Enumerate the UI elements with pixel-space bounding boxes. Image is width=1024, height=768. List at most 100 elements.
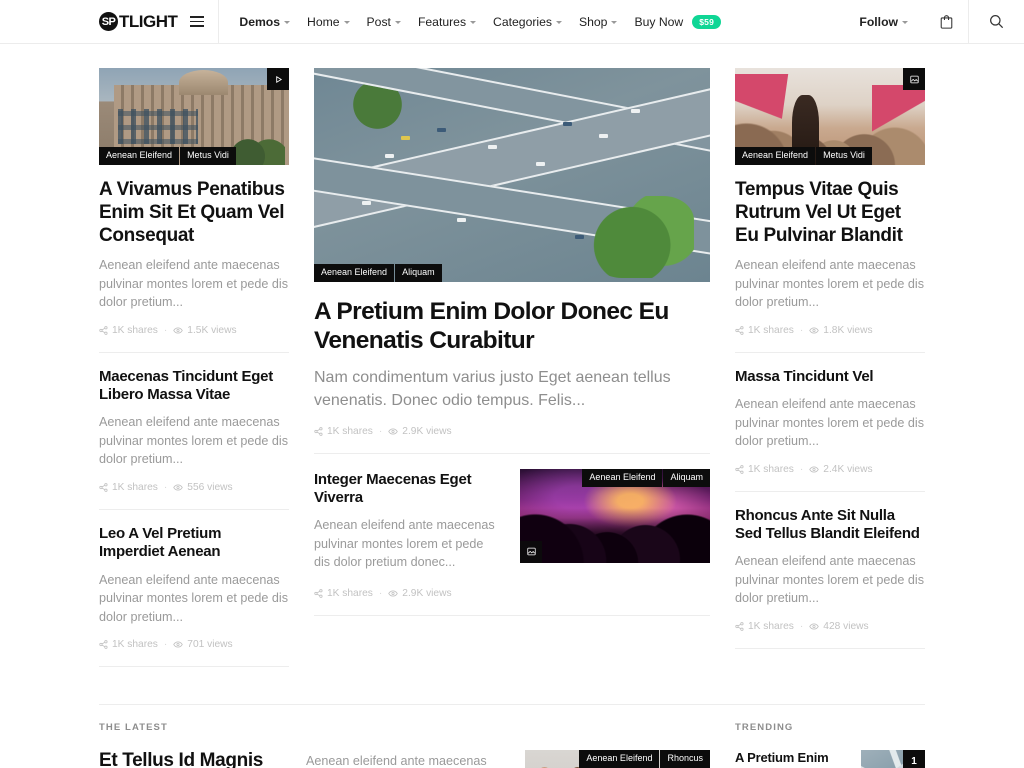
eye-icon [809,623,820,630]
article-thumbnail[interactable]: Aenean Eleifend Metus Vidi [99,68,289,165]
chevron-down-icon [343,20,350,24]
article-thumbnail[interactable]: 1 [861,750,925,768]
category-badge[interactable]: Aliquam [395,264,442,282]
chevron-down-icon [611,20,618,24]
nav-item-post[interactable]: Post [367,15,401,29]
nav-item-home[interactable]: Home [307,15,350,29]
divider [99,666,289,668]
hamburger-icon[interactable] [190,16,205,27]
category-badge[interactable]: Aenean Eleifend [99,147,180,165]
divider [314,452,710,454]
category-badge[interactable]: Aenean Eleifend [579,750,660,768]
hero-article[interactable]: Aenean Eleifend Aliquam A Pretium Enim D… [314,68,710,437]
meta-separator: · [163,639,168,651]
views-stat: 428 views [809,621,869,632]
article-title[interactable]: Leo A Vel Pretium Imperdiet Aenean [99,525,289,562]
category-badge[interactable]: Aenean Eleifend [582,468,663,487]
article-excerpt: Aenean eleifend ante maecenas pulvinar m… [735,554,925,606]
article-meta: 1K shares · 701 views [99,639,289,650]
article-title[interactable]: Maecenas Tincidunt Eget Libero Massa Vit… [99,368,289,405]
article-thumbnail[interactable]: Aenean Eleifend Aliquam [520,468,710,563]
follow-dropdown[interactable]: Follow [843,15,924,29]
article-thumbnail[interactable]: Aenean Eleifend Rhoncus [525,750,710,768]
right-column: Aenean Eleifend Metus Vidi Tempus Vitae … [735,68,925,682]
header-actions: Follow [843,0,1024,43]
article-title[interactable]: A Vivamus Penatibus Enim Sit Et Quam Vel… [99,179,289,247]
category-badges: Aenean Eleifend Metus Vidi [99,147,236,165]
article-title[interactable]: A Pretium Enim Dolor Donec Eu Venenatis … [735,750,847,768]
share-icon [735,621,744,631]
nav-item-categories[interactable]: Categories [493,15,562,29]
trending-list-item[interactable]: A Pretium Enim Dolor Donec Eu Venenatis … [735,750,925,768]
hero-thumbnail[interactable]: Aenean Eleifend Aliquam [314,68,710,282]
site-logo[interactable]: SP TLIGHT [99,12,178,32]
share-icon [99,483,108,492]
article-excerpt: Aenean eleifend ante maecenas pulvinar m… [314,518,495,570]
nav-item-shop[interactable]: Shop [579,15,618,29]
article-card[interactable]: Maecenas Tincidunt Eget Libero Massa Vit… [99,368,289,493]
shares-stat: 1K shares [314,588,373,599]
views-stat: 1.5K views [173,325,237,336]
eye-icon [388,428,399,435]
article-thumbnail[interactable]: Aenean Eleifend Metus Vidi [735,68,925,165]
article-card[interactable]: Massa Tincidunt Vel Aenean eleifend ante… [735,368,925,475]
chevron-down-icon [470,20,477,24]
nav-item-demos[interactable]: Demos [239,14,291,29]
bottom-section: THE LATEST Et Tellus Id Magnis Nisi Maec… [99,704,925,768]
views-stat: 1.8K views [809,325,873,336]
logo-text: TLIGHT [119,12,178,31]
category-badge[interactable]: Rhoncus [660,750,710,768]
views-stat: 2.4K views [809,464,873,475]
shares-count: 1K shares [327,425,373,437]
article-card[interactable]: Aenean Eleifend Metus Vidi A Vivamus Pen… [99,68,289,336]
article-title[interactable]: Tempus Vitae Quis Rutrum Vel Ut Eget Eu … [735,179,925,247]
bag-icon [940,14,952,29]
shares-count: 1K shares [748,324,794,336]
shares-stat: 1K shares [735,621,794,632]
article-card[interactable]: Rhoncus Ante Sit Nulla Sed Tellus Blandi… [735,507,925,632]
category-badges: Aenean Eleifend Metus Vidi [735,147,872,165]
shares-count: 1K shares [748,463,794,475]
search-button[interactable] [968,0,1024,43]
site-header: SP TLIGHT Demos Home Post Features Categ… [0,0,1024,44]
nav-label: Buy Now [634,14,684,29]
article-title[interactable]: Rhoncus Ante Sit Nulla Sed Tellus Blandi… [735,507,925,544]
share-icon [314,426,323,436]
category-badge[interactable]: Aliquam [663,468,710,487]
category-badge[interactable]: Aenean Eleifend [735,147,816,165]
article-card[interactable]: Leo A Vel Pretium Imperdiet Aenean Aenea… [99,525,289,650]
trending-section-label: TRENDING [735,722,794,734]
gallery-icon[interactable] [520,540,542,563]
eye-icon [173,641,184,648]
shares-stat: 1K shares [99,639,158,650]
category-badge[interactable]: Aenean Eleifend [314,264,395,282]
article-title[interactable]: Integer Maecenas Eget Viverra [314,471,500,508]
latest-list-item[interactable]: Et Tellus Id Magnis Nisi Maecenas Eget N… [99,750,710,768]
header-brand-area: SP TLIGHT [0,0,218,43]
article-card[interactable]: Aenean Eleifend Metus Vidi Tempus Vitae … [735,68,925,336]
nav-label: Features [417,14,467,29]
hero-title[interactable]: A Pretium Enim Dolor Donec Eu Venenatis … [314,298,710,355]
latest-section-label: THE LATEST [99,722,168,734]
gallery-icon[interactable] [903,68,925,90]
meta-separator: · [799,620,804,632]
shares-stat: 1K shares [314,426,373,437]
article-title[interactable]: Et Tellus Id Magnis Nisi Maecenas Eget N… [99,750,284,768]
divider [735,351,925,353]
nav-item-buy-now[interactable]: Buy Now $59 [634,14,722,29]
article-excerpt: Aenean eleifend ante maecenas pulvinar m… [99,572,289,624]
nav-label: Demos [239,14,281,29]
nav-label: Post [366,14,391,29]
category-badge[interactable]: Metus Vidi [816,147,872,165]
play-icon[interactable] [267,68,289,90]
hero-meta: 1K shares · 2.9K views [314,426,710,437]
article-title[interactable]: Massa Tincidunt Vel [735,368,925,386]
category-badge[interactable]: Metus Vidi [180,147,236,165]
nav-item-features[interactable]: Features [417,14,477,29]
article-card[interactable]: Integer Maecenas Eget Viverra Aenean ele… [314,468,710,572]
latest-section: THE LATEST Et Tellus Id Magnis Nisi Maec… [99,722,710,768]
cart-button[interactable] [924,0,968,43]
article-meta: 1K shares · 428 views [735,621,925,632]
share-icon [99,640,108,649]
eye-icon [809,466,820,473]
